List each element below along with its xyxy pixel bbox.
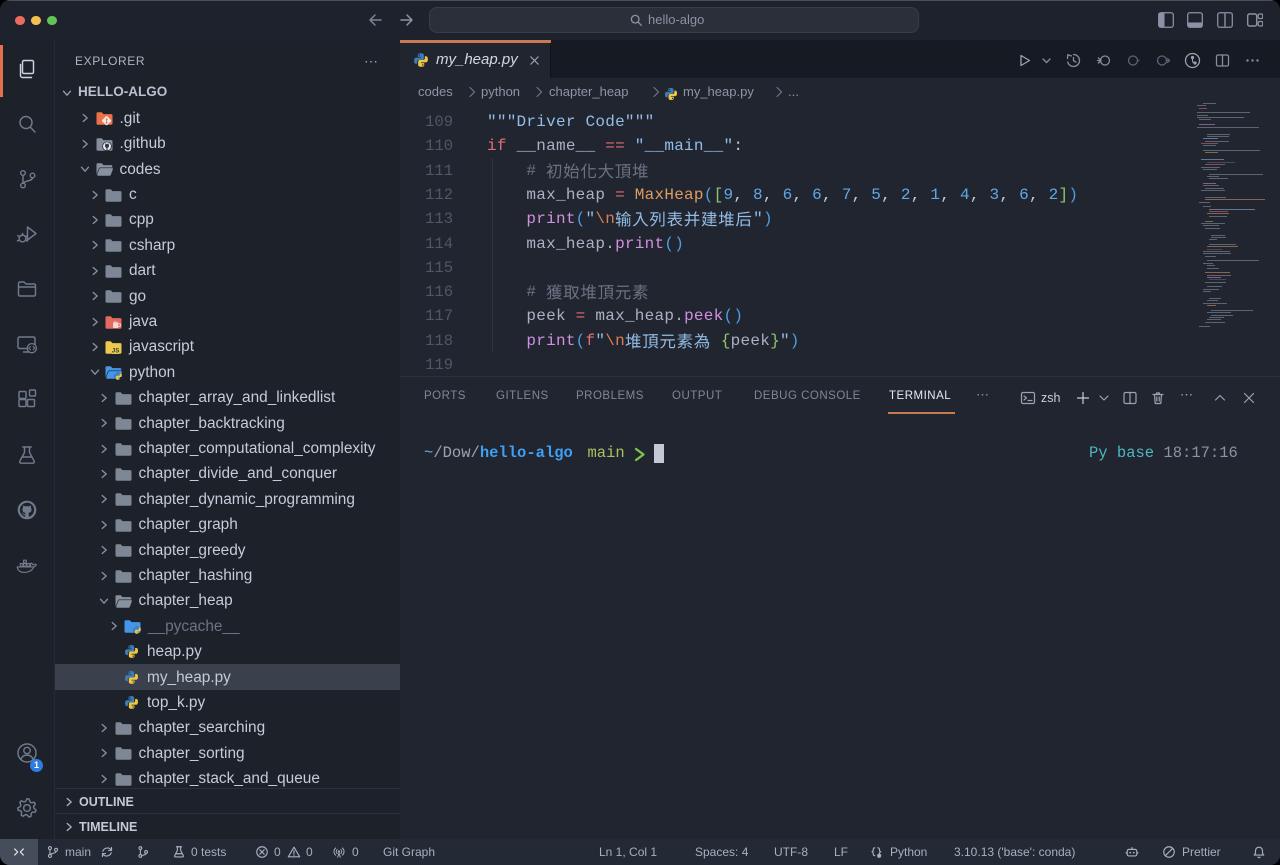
svg-text:JS: JS xyxy=(112,347,120,354)
